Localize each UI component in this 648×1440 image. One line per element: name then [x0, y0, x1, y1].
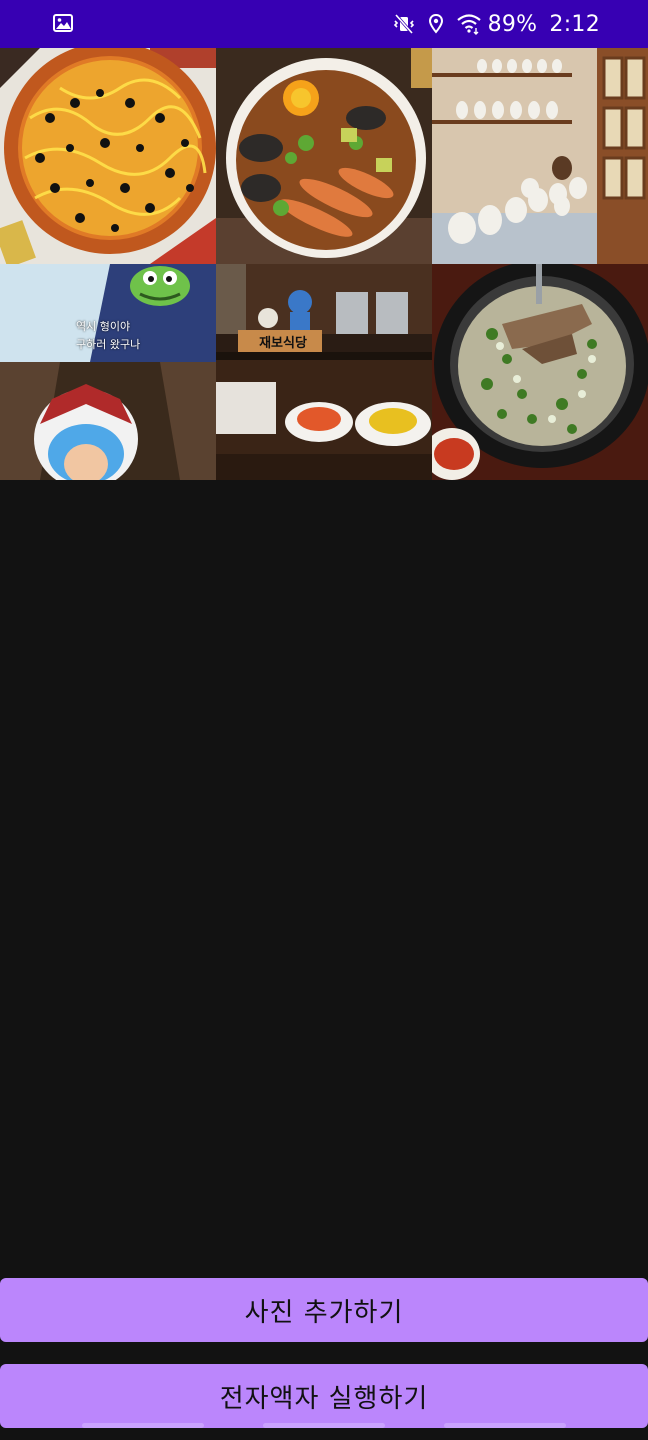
caption-line-1: 역시 형이야: [76, 320, 131, 333]
caption-line-2: 구하러 왔구나: [76, 338, 141, 351]
vibrate-mute-icon: [392, 12, 416, 36]
photo-grid: 역시 형이야 구하러 왔구나 재보식당: [0, 48, 648, 480]
cartoon-caption: 역시 형이야 구하러 왔구나: [76, 318, 140, 354]
nav-bar-hint-left: [82, 1423, 204, 1428]
restaurant-sign: 재보식당: [259, 336, 307, 351]
photo-soup-bowl[interactable]: [432, 264, 648, 480]
add-photo-button[interactable]: 사진 추가하기: [0, 1278, 648, 1342]
battery-percent: 89%: [487, 11, 538, 37]
nav-bar-hint-right: [444, 1423, 566, 1428]
photo-restaurant-counter[interactable]: 재보식당: [216, 264, 432, 480]
clock: 2:12: [549, 11, 600, 37]
photo-cartoon-screenshot[interactable]: 역시 형이야 구하러 왔구나: [0, 264, 216, 480]
nav-bar-hint-center: [263, 1423, 385, 1428]
status-icons: 89% 2:12: [392, 0, 600, 48]
wifi-icon: [456, 12, 481, 36]
photo-seafood-platter[interactable]: [216, 48, 432, 264]
photo-ceramic-shelves[interactable]: [432, 48, 648, 264]
location-icon: [424, 12, 448, 36]
gallery-icon: [52, 12, 74, 34]
photo-pizza[interactable]: [0, 48, 216, 264]
run-photo-frame-button[interactable]: 전자액자 실행하기: [0, 1364, 648, 1428]
status-bar: 89% 2:12: [0, 0, 648, 48]
